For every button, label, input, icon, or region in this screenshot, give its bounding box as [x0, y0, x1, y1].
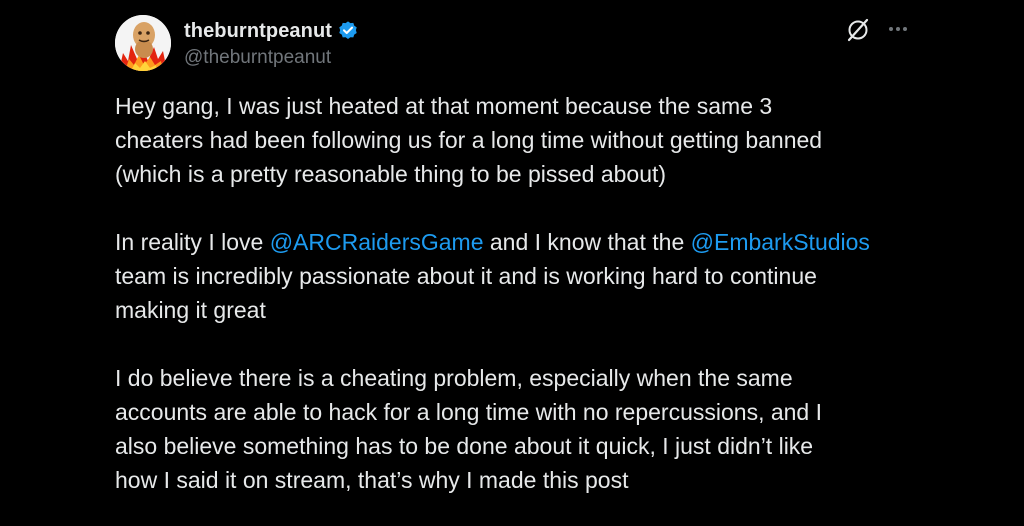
- tweet-paragraph: In reality I love @ARCRaidersGame and I …: [115, 225, 975, 327]
- tweet-text-segment: team is incredibly passionate about it a…: [115, 263, 817, 323]
- verified-badge-icon: [337, 20, 359, 42]
- author-handle[interactable]: @theburntpeanut: [184, 47, 331, 69]
- mention-link-arcraidersgame[interactable]: @ARCRaidersGame: [270, 229, 484, 255]
- grok-icon[interactable]: [845, 17, 871, 43]
- tweet-paragraph: Hey gang, I was just heated at that mome…: [115, 93, 823, 187]
- mention-link-embarkstudios[interactable]: @EmbarkStudios: [691, 229, 870, 255]
- more-icon[interactable]: [884, 17, 912, 43]
- tweet-text: Hey gang, I was just heated at that mome…: [115, 89, 975, 497]
- tweet-paragraph: I do believe there is a cheating problem…: [115, 365, 823, 493]
- tweet-text-segment: In reality I love: [115, 229, 270, 255]
- tweet-text-segment: and I know that the: [483, 229, 691, 255]
- avatar[interactable]: [115, 15, 171, 71]
- author-display-name[interactable]: theburntpeanut: [184, 20, 332, 43]
